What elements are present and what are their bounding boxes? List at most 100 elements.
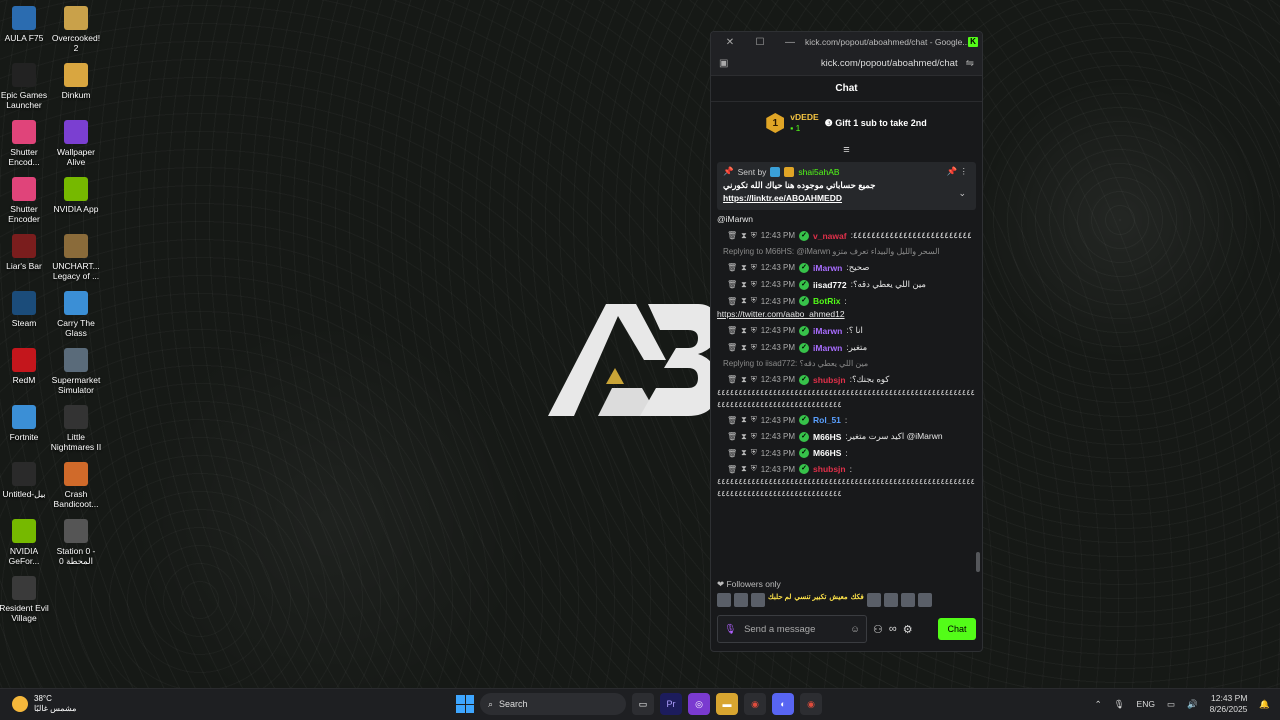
desktop-icon[interactable]: UNCHART... Legacy of ... [50, 234, 102, 281]
emote-bar[interactable]: لم حلبك تكبير تنسي معيش فكك [717, 593, 932, 607]
message-link[interactable]: https://twitter.com/aabo_ahmed12 [717, 309, 976, 319]
desktop-icon[interactable]: Steam [0, 291, 50, 328]
delete-icon[interactable]: 🗑 [727, 263, 737, 272]
timeout-icon[interactable]: ⧗ [741, 231, 747, 241]
microphone-icon[interactable]: 🎙 [1114, 699, 1125, 710]
emoji-icon[interactable]: ☺ [850, 624, 860, 635]
message-username[interactable]: Rol_51 [813, 415, 841, 425]
ban-icon[interactable]: ⛨ [751, 343, 757, 353]
desktop-icon[interactable]: Resident Evil Village [0, 576, 50, 623]
desktop-icon[interactable]: Overcooked! 2 [50, 6, 102, 53]
chevron-up-icon[interactable]: ⌃ [1095, 699, 1102, 710]
chat-input[interactable]: 🎙 Send a message ☺ [717, 615, 867, 643]
chat-message[interactable]: 🗑 ⧗ ⛨ 12:43 PM ✓ iMarwn:صحيح [727, 262, 976, 273]
infinity-icon[interactable]: ∞ [889, 623, 897, 635]
pin-action-icon[interactable]: 📌 ⋮ [947, 166, 968, 177]
timeout-icon[interactable]: ⧗ [741, 343, 747, 353]
pinned-message[interactable]: 📌 Sent by shai5ahAB جميع حساباتي موجوده … [717, 162, 976, 210]
desktop-icon[interactable]: Untitled-بيل [0, 462, 50, 499]
desktop-icon[interactable]: Supermarket Simulator [50, 348, 102, 395]
emote[interactable] [717, 593, 731, 607]
message-username[interactable]: iMarwn [813, 326, 842, 336]
message-username[interactable]: iMarwn [813, 263, 842, 273]
chat-scrollbar[interactable] [976, 552, 980, 572]
timeout-icon[interactable]: ⧗ [741, 432, 747, 442]
desktop-icon[interactable]: NVIDIA GeFor... [0, 519, 50, 566]
delete-icon[interactable]: 🗑 [727, 449, 737, 458]
network-icon[interactable]: ▭ [1167, 699, 1175, 710]
chat-message[interactable]: 🗑 ⧗ ⛨ 12:43 PM ✓ M66HS: [727, 448, 976, 458]
ban-icon[interactable]: ⛨ [751, 326, 757, 336]
emote[interactable] [751, 593, 765, 607]
file-explorer-icon[interactable]: ▬ [716, 693, 738, 715]
ban-icon[interactable]: ⛨ [751, 375, 757, 385]
premiere-pro-icon[interactable]: Pr [660, 693, 682, 715]
desktop-icon[interactable]: Shutter Encoder [0, 177, 50, 224]
desktop-icon[interactable]: Carry The Glass [50, 291, 102, 338]
chat-filter-icon[interactable]: ≡ [711, 144, 982, 158]
timeout-icon[interactable]: ⧗ [741, 296, 747, 306]
minimize-icon[interactable]: — [775, 37, 805, 48]
timeout-icon[interactable]: ⧗ [741, 375, 747, 385]
maximize-icon[interactable]: ☐ [745, 37, 775, 48]
desktop-icon[interactable]: Station 0 - المحطة 0 [50, 519, 102, 566]
chat-message[interactable]: 🗑 ⧗ ⛨ 12:43 PM ✓ iMarwn:متغير [727, 342, 976, 353]
app-icon[interactable]: ◎ [688, 693, 710, 715]
volume-icon[interactable]: 🔊 [1187, 699, 1198, 710]
delete-icon[interactable]: 🗑 [727, 343, 737, 352]
weather-widget[interactable]: 38°C مشمس غالبًا [12, 694, 76, 714]
message-username[interactable]: BotRix [813, 296, 840, 306]
chat-message[interactable]: 🗑 ⧗ ⛨ 12:43 PM ✓ shubsjn:كوه بجنك؟ [727, 374, 976, 385]
emote-text[interactable]: تكبير تنسي [794, 593, 826, 607]
emote-text[interactable]: فكك [851, 593, 864, 607]
tune-icon[interactable]: ⇋ [966, 58, 974, 69]
desktop-icon[interactable]: AULA F75 [0, 6, 50, 43]
chrome-icon[interactable]: ◉ [800, 693, 822, 715]
site-info-icon[interactable]: ▣ [719, 58, 728, 69]
desktop-icon[interactable]: RedM [0, 348, 50, 385]
message-username[interactable]: iMarwn [813, 343, 842, 353]
chevron-down-icon[interactable]: ⌄ [958, 188, 966, 199]
windows-start-icon[interactable] [456, 695, 474, 713]
settings-gear-icon[interactable]: ⚙ [903, 623, 913, 636]
emote[interactable] [900, 593, 915, 607]
desktop-icon[interactable]: Epic Games Launcher [0, 63, 50, 110]
emote[interactable] [883, 593, 898, 607]
delete-icon[interactable]: 🗑 [727, 432, 737, 441]
delete-icon[interactable]: 🗑 [727, 465, 737, 474]
top-gifter[interactable]: vDEDE ▪ 1 [790, 112, 818, 134]
microphone-icon[interactable]: 🎙 [724, 624, 736, 635]
desktop-icon[interactable]: Liar's Bar [0, 234, 50, 271]
discord-icon[interactable]: ◐ [772, 693, 794, 715]
send-chat-button[interactable]: Chat [938, 618, 976, 640]
desktop-icon[interactable]: Little Nightmares II [50, 405, 102, 452]
timeout-icon[interactable]: ⧗ [741, 415, 747, 425]
pinned-user[interactable]: shai5ahAB [798, 167, 839, 177]
message-username[interactable]: iisad772 [813, 280, 847, 290]
address-url[interactable]: kick.com/popout/aboahmed/chat [728, 58, 965, 69]
emote-text[interactable]: لم حلبك [768, 593, 791, 607]
desktop-icon[interactable]: Crash Bandicoot... [50, 462, 102, 509]
emote[interactable] [734, 593, 748, 607]
timeout-icon[interactable]: ⧗ [741, 448, 747, 458]
language-indicator[interactable]: ENG [1137, 699, 1155, 709]
ban-icon[interactable]: ⛨ [751, 432, 757, 442]
ban-icon[interactable]: ⛨ [751, 415, 757, 425]
emote-text[interactable]: معيش [829, 593, 847, 607]
delete-icon[interactable]: 🗑 [727, 297, 737, 306]
address-bar[interactable]: ▣ kick.com/popout/aboahmed/chat ⇋ [711, 52, 982, 76]
timeout-icon[interactable]: ⧗ [741, 280, 747, 290]
window-titlebar[interactable]: ✕ ☐ — kick.com/popout/aboahmed/chat - Go… [711, 32, 982, 52]
delete-icon[interactable]: 🗑 [727, 375, 737, 384]
chat-message[interactable]: 🗑 ⧗ ⛨ 12:43 PM ✓ iisad772:مين اللي يعطي دقه؟ [727, 279, 976, 290]
message-username[interactable]: M66HS [813, 448, 841, 458]
reply-context[interactable]: Replying to iisad772: مين اللي يعطي دقه؟ [723, 359, 976, 368]
desktop-icon[interactable]: Dinkum [50, 63, 102, 100]
task-view-icon[interactable]: ▭ [632, 693, 654, 715]
chat-message[interactable]: 🗑 ⧗ ⛨ 12:43 PM ✓ Rol_51: [727, 415, 976, 425]
chat-message[interactable]: 🗑 ⧗ ⛨ 12:43 PM ✓ v_nawaf:٤٤٤٤٤٤٤٤٤٤٤٤٤٤٤٤٤٤٤٤… [727, 230, 976, 241]
chat-message[interactable]: 🗑 ⧗ ⛨ 12:43 PM ✓ iMarwn:انا ؟ [727, 325, 976, 336]
emote[interactable] [917, 593, 932, 607]
message-username[interactable]: shubsjn [813, 464, 846, 474]
ban-icon[interactable]: ⛨ [751, 464, 757, 474]
